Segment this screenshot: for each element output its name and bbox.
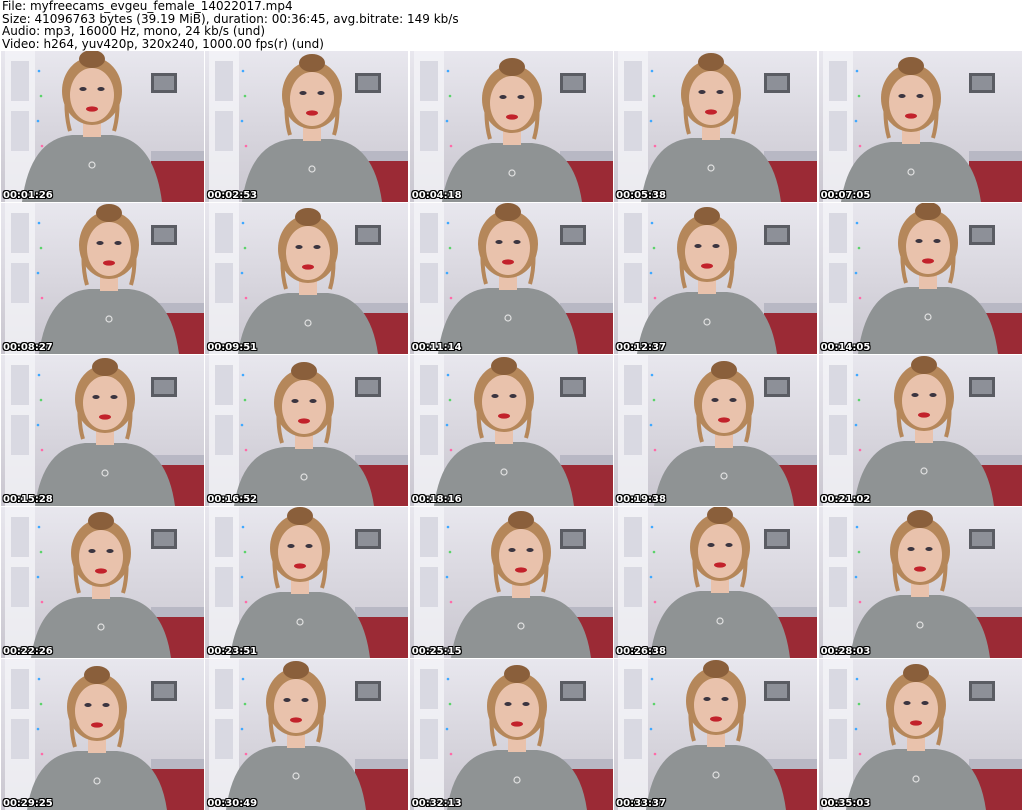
thumbnail-timestamp: 00:28:03 <box>820 646 871 657</box>
thumbnail-timestamp: 00:21:02 <box>820 494 871 505</box>
video-thumbnail: 00:29:25 <box>1 659 204 810</box>
thumbnail-frame <box>818 51 1022 202</box>
video-info-line: Video: h264, yuv420p, 320x240, 1000.00 f… <box>2 36 324 51</box>
video-thumbnail: 00:26:38 <box>614 507 818 658</box>
video-thumbnail: 00:32:13 <box>409 659 613 810</box>
thumbnail-frame <box>1 355 204 506</box>
thumbnail-timestamp: 00:02:53 <box>207 190 258 201</box>
thumbnail-timestamp: 00:04:18 <box>411 190 462 201</box>
thumbnail-frame <box>614 203 818 354</box>
thumbnail-timestamp: 00:35:03 <box>820 798 871 809</box>
thumbnail-frame <box>1 507 204 658</box>
thumbnail-frame <box>409 355 613 506</box>
thumbnail-timestamp: 00:15:28 <box>3 494 53 505</box>
thumbnail-frame <box>205 659 409 810</box>
video-thumbnail: 00:15:28 <box>1 355 204 506</box>
video-thumbnail: 00:05:38 <box>614 51 818 202</box>
video-thumbnail: 00:28:03 <box>818 507 1022 658</box>
video-thumbnail: 00:01:26 <box>1 51 204 202</box>
thumbnail-frame <box>205 507 409 658</box>
file-name-line: File: myfreecams_evgeu_female_14022017.m… <box>2 0 293 13</box>
thumbnail-timestamp: 00:32:13 <box>411 798 462 809</box>
video-thumbnail: 00:08:27 <box>1 203 204 354</box>
thumbnail-frame <box>1 659 204 810</box>
video-thumbnail: 00:35:03 <box>818 659 1022 810</box>
thumbnail-timestamp: 00:30:49 <box>207 798 258 809</box>
thumbnail-timestamp: 00:16:52 <box>207 494 258 505</box>
thumbnail-timestamp: 00:11:14 <box>411 342 462 353</box>
video-thumbnail: 00:21:02 <box>818 355 1022 506</box>
thumbnail-timestamp: 00:08:27 <box>3 342 53 353</box>
video-thumbnail: 00:11:14 <box>409 203 613 354</box>
thumbnail-timestamp: 00:26:38 <box>616 646 666 657</box>
thumbnail-timestamp: 00:05:38 <box>616 190 666 201</box>
thumbnail-frame <box>818 659 1022 810</box>
video-thumbnail: 00:02:53 <box>205 51 409 202</box>
thumbnail-frame <box>1 51 204 202</box>
thumbnail-timestamp: 00:14:05 <box>820 342 871 353</box>
video-thumbnail: 00:30:49 <box>205 659 409 810</box>
video-thumbnail: 00:16:52 <box>205 355 409 506</box>
thumbnail-timestamp: 00:33:37 <box>616 798 666 809</box>
video-thumbnail: 00:12:37 <box>614 203 818 354</box>
thumbnail-frame <box>818 507 1022 658</box>
thumbnail-frame <box>205 203 409 354</box>
thumbnail-timestamp: 00:18:16 <box>411 494 462 505</box>
video-thumbnail: 00:04:18 <box>409 51 613 202</box>
thumbnail-frame <box>205 355 409 506</box>
thumbnail-frame <box>614 507 818 658</box>
thumbnail-frame <box>409 51 613 202</box>
video-thumbnail: 00:18:16 <box>409 355 613 506</box>
thumbnail-frame <box>818 355 1022 506</box>
thumbnail-frame <box>409 507 613 658</box>
thumbnail-timestamp: 00:22:26 <box>3 646 53 657</box>
thumbnail-timestamp: 00:23:51 <box>207 646 258 657</box>
thumbnail-timestamp: 00:29:25 <box>3 798 53 809</box>
thumbnail-frame <box>409 203 613 354</box>
thumbnail-timestamp: 00:12:37 <box>616 342 666 353</box>
thumbnail-frame <box>1 203 204 354</box>
thumbnail-frame <box>614 659 818 810</box>
thumbnail-grid: 00:01:26 00:02:53 00:04:18 00:05:38 00:07:05… <box>1 51 1023 811</box>
thumbnail-frame <box>614 51 818 202</box>
video-thumbnail: 00:07:05 <box>818 51 1022 202</box>
audio-info-line: Audio: mp3, 16000 Hz, mono, 24 kb/s (und… <box>2 24 266 38</box>
video-thumbnail: 00:19:38 <box>614 355 818 506</box>
thumbnail-frame <box>614 355 818 506</box>
thumbnail-frame <box>409 659 613 810</box>
video-thumbnail: 00:14:05 <box>818 203 1022 354</box>
thumbnail-frame <box>205 51 409 202</box>
thumbnail-frame <box>818 203 1022 354</box>
video-thumbnail: 00:09:51 <box>205 203 409 354</box>
video-thumbnail: 00:23:51 <box>205 507 409 658</box>
video-thumbnail: 00:22:26 <box>1 507 204 658</box>
file-info-header: File: myfreecams_evgeu_female_14022017.m… <box>2 0 1022 50</box>
thumbnail-timestamp: 00:09:51 <box>207 342 258 353</box>
video-thumbnail: 00:33:37 <box>614 659 818 810</box>
thumbnail-timestamp: 00:07:05 <box>820 190 871 201</box>
video-thumbnail: 00:25:15 <box>409 507 613 658</box>
thumbnail-timestamp: 00:19:38 <box>616 494 666 505</box>
thumbnail-timestamp: 00:01:26 <box>3 190 53 201</box>
thumbnail-timestamp: 00:25:15 <box>411 646 462 657</box>
